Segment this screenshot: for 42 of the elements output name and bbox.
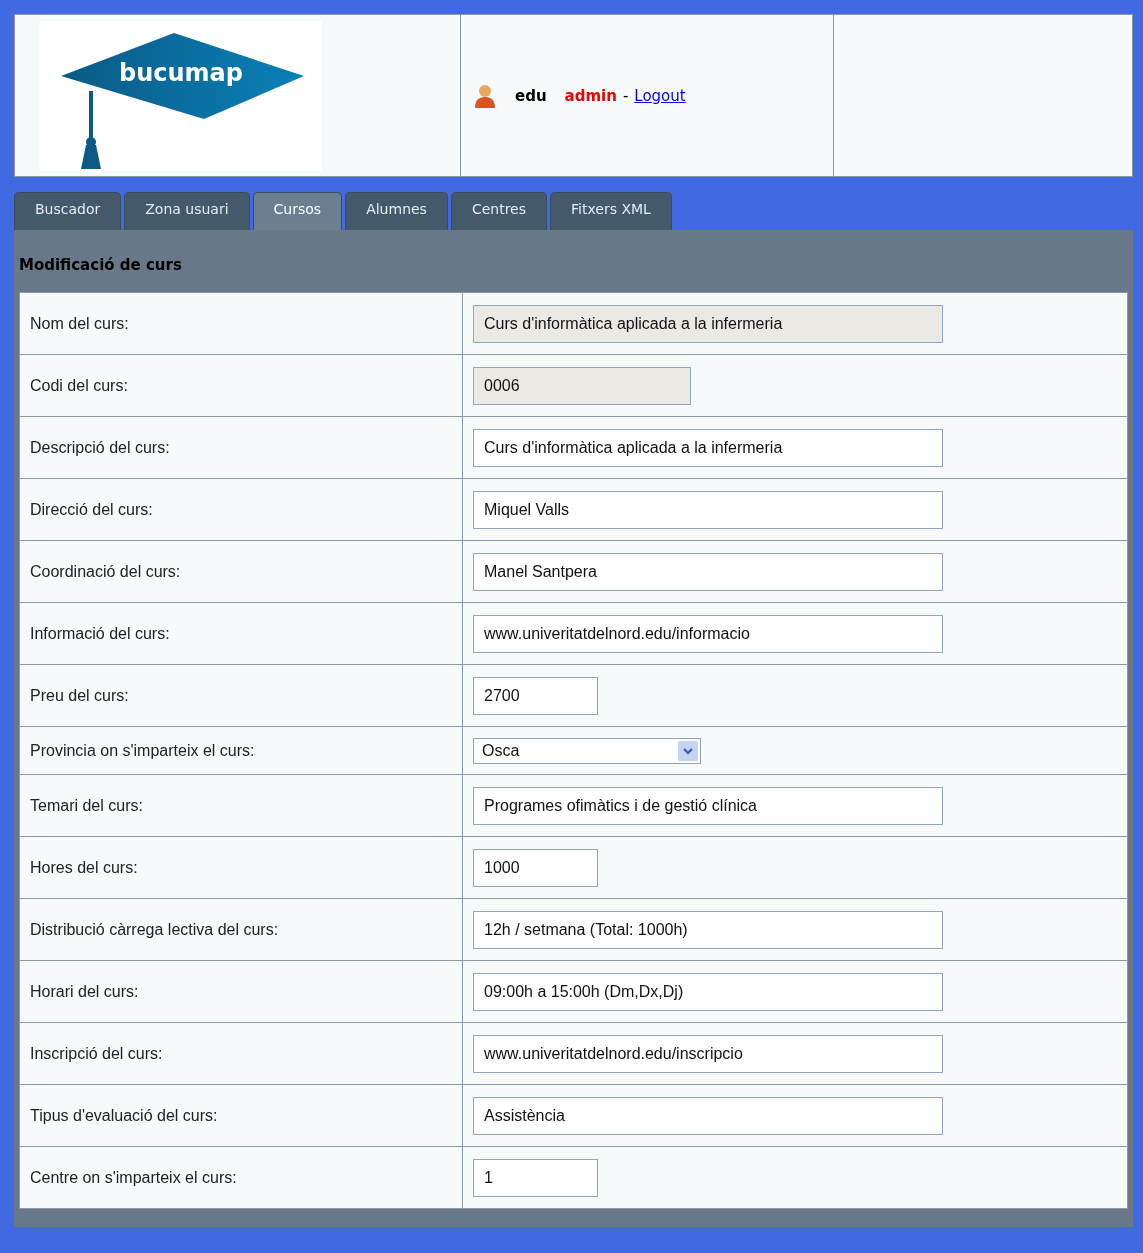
logo-drawing: bucumap [39,20,322,171]
text-field[interactable]: Assistència [473,1096,943,1135]
field-label: Preu del curs: [30,686,129,704]
field-label: Hores del curs: [30,858,138,876]
field-label: Provincia on s'imparteix el curs: [30,741,255,759]
field-label: Tipus d'evaluació del curs: [30,1106,218,1124]
text-field[interactable]: Miquel Valls [473,490,943,529]
text-field[interactable]: www.univeritatdelnord.edu/inscripcio [473,1034,943,1073]
text-field[interactable]: Programes ofimàtics i de gestió clínica [473,786,943,825]
user-name: edu [515,86,547,105]
text-field[interactable]: 2700 [473,676,598,715]
text-field[interactable]: 1 [473,1158,598,1197]
user-icon [473,82,497,109]
text-field[interactable]: 09:00h a 15:00h (Dm,Dx,Dj) [473,972,943,1011]
field-label: Nom del curs: [30,314,129,332]
nav-tab[interactable]: Alumnes [345,192,448,230]
section-title: Modificació de curs [19,255,183,276]
field-label: Distribució càrrega lectiva del curs: [30,920,279,938]
field-label: Direcció del curs: [30,500,153,518]
text-field[interactable]: 1000 [473,848,598,887]
field-label: Descripció del curs: [30,438,170,456]
field-label: Temari del curs: [30,796,143,814]
field-label: Centre on s'imparteix el curs: [30,1168,237,1186]
chevron-down-icon [678,740,698,761]
logout-link[interactable]: Logout [634,86,686,105]
nav-tab[interactable]: Centres [450,192,548,230]
nav-tab[interactable]: Zona usuari [124,192,250,230]
text-field[interactable]: www.univeritatdelnord.edu/informacio [473,614,943,653]
nav-tab[interactable]: Fitxers XML [550,192,672,230]
nav-tab[interactable]: Cursos [252,192,343,230]
text-field[interactable]: Curs d'informàtica aplicada a la infermeria [473,428,943,467]
field-label: Informació del curs: [30,624,170,642]
field-label: Codi del curs: [30,376,128,394]
field-label: Inscripció del curs: [30,1044,163,1062]
user-role: admin [564,86,617,105]
separator: - [622,86,629,105]
text-field[interactable]: 12h / setmana (Total: 1000h) [473,910,943,949]
dropdown[interactable]: Osca [473,737,701,764]
field-label: Horari del curs: [30,982,139,1000]
nav-tab[interactable]: Buscador [14,192,122,230]
text-field[interactable]: Manel Santpera [473,552,943,591]
field-label: Coordinació del curs: [30,562,181,580]
